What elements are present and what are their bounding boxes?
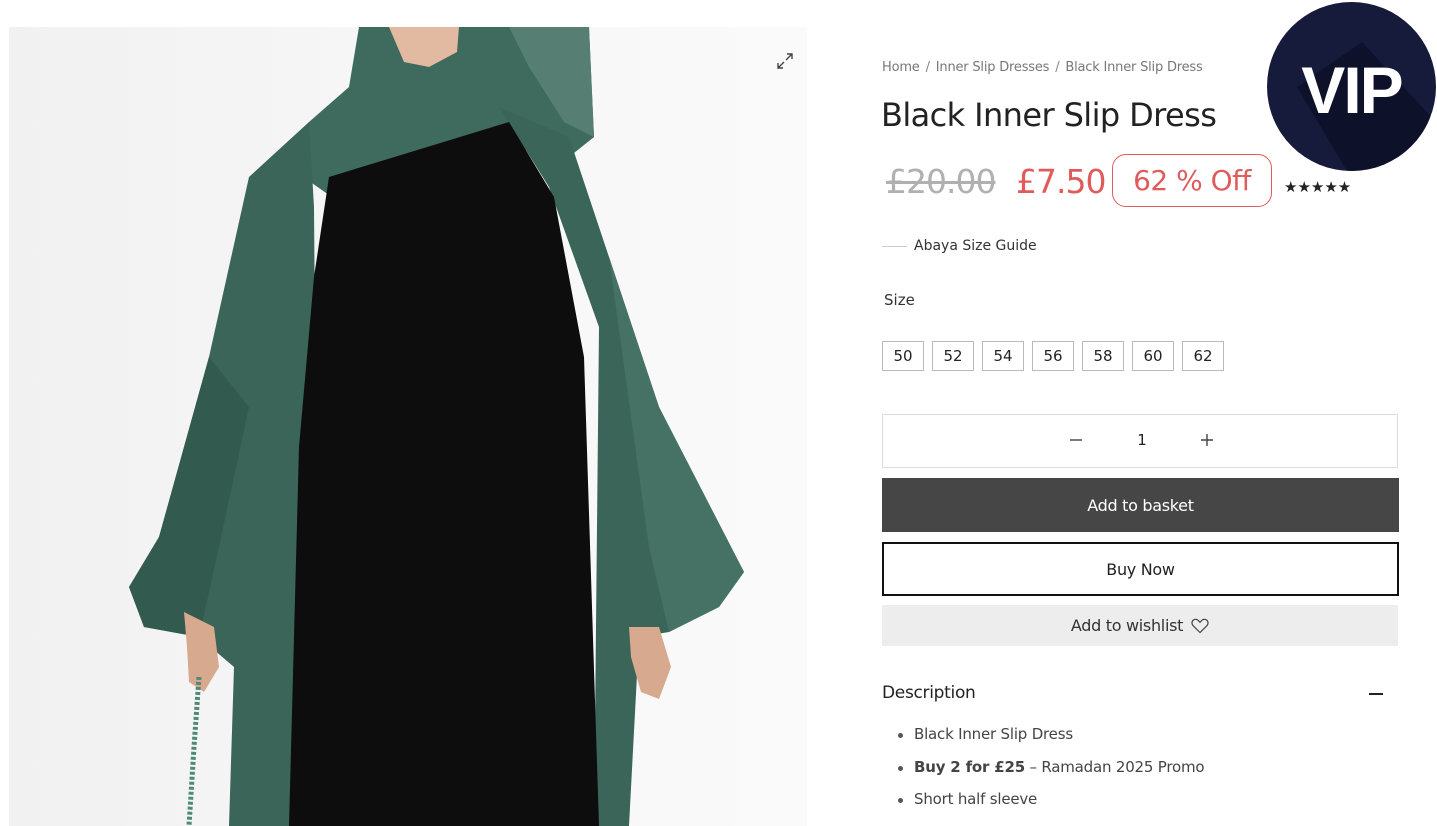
breadcrumb-separator: / (1055, 60, 1060, 75)
size-label: Size (884, 291, 915, 309)
plus-icon[interactable] (1197, 430, 1217, 450)
description-item-bold: Buy 2 for £25 (914, 757, 1025, 776)
description-accordion-header[interactable]: Description (882, 683, 1389, 705)
quantity-stepper: 1 (882, 414, 1398, 468)
description-item: Short half sleeve (897, 790, 1204, 823)
size-guide-divider (882, 245, 907, 247)
heart-icon (1191, 618, 1209, 633)
size-option[interactable]: 60 (1132, 341, 1174, 371)
minus-collapse-icon[interactable] (1369, 693, 1383, 695)
expand-icon[interactable] (775, 51, 795, 71)
size-option[interactable]: 58 (1082, 341, 1124, 371)
minus-icon[interactable] (1066, 430, 1086, 450)
size-option[interactable]: 54 (982, 341, 1024, 371)
add-to-wishlist-button[interactable]: Add to wishlist (882, 605, 1398, 646)
product-image-gallery[interactable] (9, 27, 807, 826)
product-photo (129, 27, 744, 826)
add-to-wishlist-label: Add to wishlist (1070, 616, 1184, 635)
size-option[interactable]: 62 (1182, 341, 1224, 371)
description-heading: Description (882, 683, 976, 703)
breadcrumb: Home / Inner Slip Dresses / Black Inner Slip… (882, 60, 1203, 75)
size-guide-link[interactable]: Abaya Size Guide (882, 238, 1037, 254)
size-option[interactable]: 52 (932, 341, 974, 371)
description-item: Buy 2 for £25 – Ramadan 2025 Promo (897, 757, 1205, 791)
add-to-basket-button[interactable]: Add to basket (882, 478, 1399, 532)
vip-badge[interactable]: VIP (1267, 2, 1436, 171)
description-item-text: Black Inner Slip Dress (914, 725, 1073, 743)
size-option[interactable]: 56 (1032, 341, 1074, 371)
original-price: £20.00 (886, 162, 996, 201)
sale-price: £7.50 (1016, 162, 1106, 201)
size-options: 50 52 54 56 58 60 62 (882, 341, 1224, 371)
description-list: Black Inner Slip Dress Buy 2 for £25 – R… (897, 725, 1205, 823)
vip-badge-text: VIP (1301, 53, 1403, 127)
breadcrumb-current: Black Inner Slip Dress (1065, 60, 1203, 75)
rating-stars[interactable]: ★★★★★ (1284, 178, 1351, 196)
size-option[interactable]: 50 (882, 341, 924, 371)
quantity-value[interactable]: 1 (1127, 431, 1157, 449)
description-item: Black Inner Slip Dress (897, 725, 1204, 758)
size-guide-label: Abaya Size Guide (914, 238, 1037, 254)
description-item-text: Short half sleeve (914, 790, 1038, 808)
breadcrumb-category[interactable]: Inner Slip Dresses (936, 60, 1050, 75)
discount-badge: 62 % Off (1112, 154, 1272, 207)
breadcrumb-home[interactable]: Home (882, 60, 920, 75)
buy-now-button[interactable]: Buy Now (882, 542, 1399, 596)
description-item-text: – Ramadan 2025 Promo (1024, 757, 1205, 776)
product-title: Black Inner Slip Dress (881, 96, 1217, 134)
breadcrumb-separator: / (925, 60, 930, 75)
